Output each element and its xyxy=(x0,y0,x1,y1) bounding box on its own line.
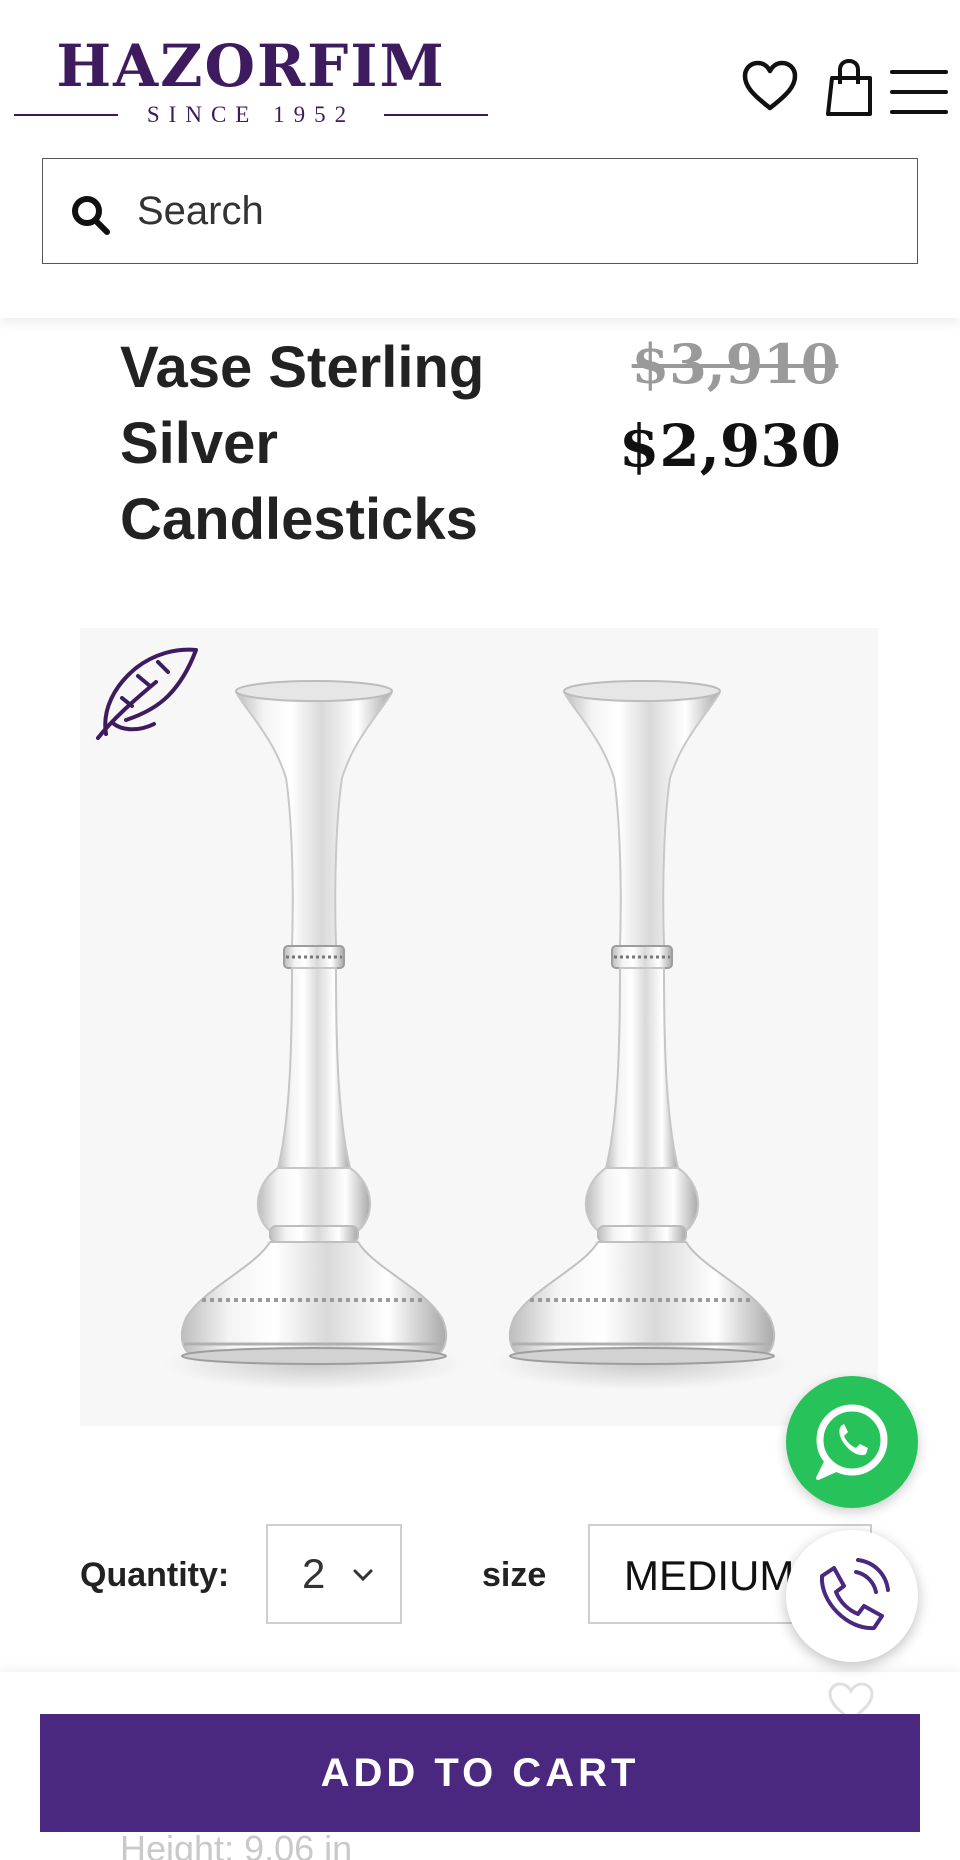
phone-call-button[interactable] xyxy=(786,1530,918,1662)
logo-rule-right xyxy=(384,114,488,116)
heart-icon[interactable] xyxy=(740,56,800,120)
search-bar[interactable] xyxy=(42,158,918,264)
quantity-value: 2 xyxy=(302,1550,326,1597)
sale-price: $2,930 xyxy=(619,412,841,480)
search-icon xyxy=(69,193,113,237)
height-spec: Height: 9.06 in xyxy=(120,1828,352,1860)
sticky-cart-bar: ADD TO CART Height: 9.06 in xyxy=(0,1672,960,1860)
original-price: $3,910 xyxy=(631,332,839,396)
site-header: HAZORFIM SINCE 1952 xyxy=(0,0,960,318)
brand-name: HAZORFIM xyxy=(56,32,446,100)
whatsapp-button[interactable] xyxy=(786,1376,918,1508)
size-label: size xyxy=(482,1556,547,1594)
shopping-bag-icon[interactable] xyxy=(822,56,882,120)
search-input[interactable] xyxy=(137,159,897,263)
product-image[interactable] xyxy=(80,628,878,1426)
feather-icon xyxy=(92,638,202,748)
brand-tagline: SINCE 1952 xyxy=(146,102,356,127)
quantity-select[interactable]: 2 xyxy=(266,1524,402,1624)
logo-rule-left xyxy=(14,114,118,116)
height-value: 9.06 in xyxy=(244,1828,353,1860)
add-to-cart-button[interactable]: ADD TO CART xyxy=(40,1714,920,1832)
brand-logo[interactable]: HAZORFIM SINCE 1952 xyxy=(14,34,488,130)
size-value: MEDIUM xyxy=(624,1552,795,1599)
chevron-down-icon xyxy=(350,1562,376,1588)
product-title: Vase Sterling Silver Candlesticks xyxy=(120,335,485,552)
phone-icon xyxy=(819,1558,890,1631)
quantity-label: Quantity: xyxy=(80,1556,230,1594)
whatsapp-icon xyxy=(816,1404,888,1480)
height-label: Height: xyxy=(120,1828,235,1860)
hamburger-menu-icon[interactable] xyxy=(888,56,950,120)
